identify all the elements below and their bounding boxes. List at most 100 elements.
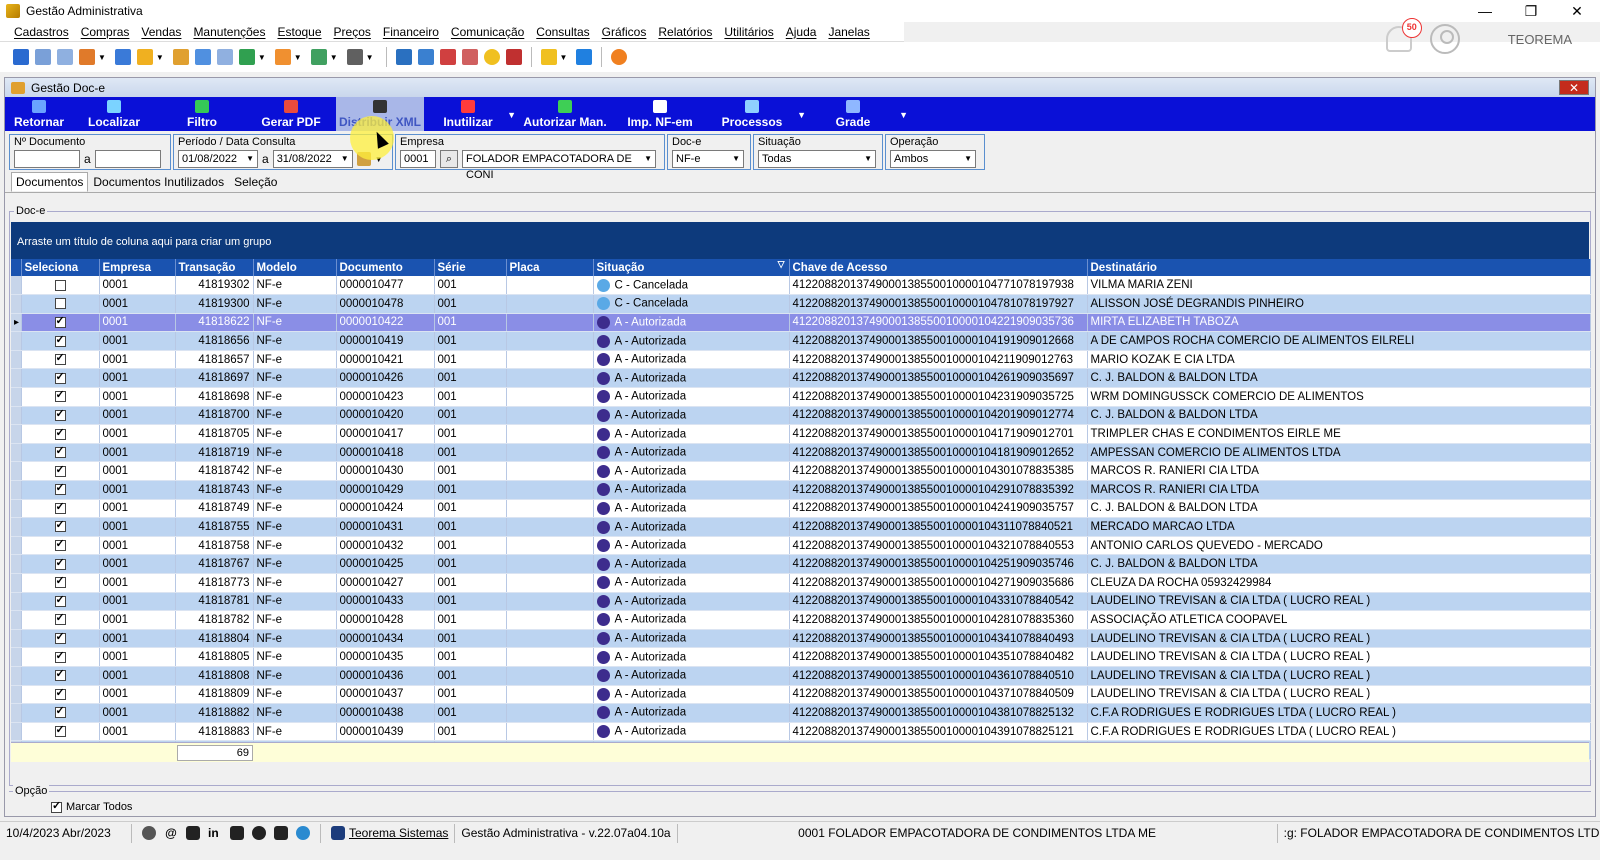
table-row[interactable]: 000141818705NF-e0000010417001 A - Autoriz… [11, 424, 1591, 444]
folder-icon[interactable] [136, 49, 153, 65]
action-retornar[interactable]: Retornar [8, 97, 70, 131]
tab-documents[interactable]: Documentos [11, 172, 89, 192]
table-row[interactable]: 000141818657NF-e0000010421001 A - Autoriz… [11, 350, 1591, 370]
chevron-down-icon[interactable]: ▼ [899, 110, 908, 120]
action-inutilizar[interactable]: Inutilizar ▼ [424, 97, 516, 131]
spreadsheet-icon[interactable] [417, 49, 434, 65]
row-select-checkbox[interactable] [54, 463, 66, 477]
brand-label[interactable]: Teorema Sistemas [349, 826, 448, 840]
facebook-icon[interactable] [274, 826, 288, 840]
child-close-button[interactable]: ✕ [1559, 80, 1589, 95]
chevron-down-icon[interactable]: ▼ [294, 53, 302, 62]
table-row[interactable]: 000141818782NF-e0000010428001 A - Autoriz… [11, 610, 1591, 630]
column-header[interactable]: Documento [336, 259, 435, 276]
star-icon[interactable] [540, 49, 557, 65]
youtube-icon[interactable] [230, 826, 244, 840]
action-localizar[interactable]: Localizar [70, 97, 158, 131]
brand-link[interactable]: Teorema Sistemas [321, 823, 456, 843]
table-row[interactable]: 000141818749NF-e0000010424001 A - Autoriz… [11, 499, 1591, 519]
row-select-checkbox[interactable] [54, 444, 66, 459]
menu-item-2[interactable]: Vendas [141, 25, 181, 39]
row-select-checkbox[interactable] [54, 611, 66, 626]
action-imp-nf-em[interactable]: Imp. NF-em [618, 97, 702, 131]
row-select-checkbox[interactable] [54, 500, 66, 514]
chevron-down-icon[interactable]: ▼ [560, 53, 568, 62]
doc-e-select[interactable]: NF-e ▼ [672, 150, 744, 168]
row-select-checkbox[interactable] [54, 537, 66, 552]
printer-icon[interactable] [346, 49, 363, 65]
row-select-checkbox[interactable] [54, 426, 66, 440]
cube-icon[interactable] [13, 49, 29, 65]
table-row[interactable]: 000141818719NF-e0000010418001 A - Autoriz… [11, 443, 1591, 463]
table-row[interactable]: 000141818767NF-e0000010425001 A - Autoriz… [11, 554, 1591, 574]
table-row[interactable]: 000141818773NF-e0000010427001 A - Autoriz… [11, 573, 1591, 593]
menu-item-7[interactable]: Comunicação [451, 25, 524, 39]
table-row[interactable]: ▸ 000141818622NF-e0000010422001 A - Autori… [11, 313, 1591, 333]
id-card-icon[interactable] [216, 49, 233, 65]
menu-item-3[interactable]: Manutenções [193, 25, 265, 39]
period-from-input[interactable]: 01/08/2022 ▼ [178, 150, 258, 168]
filter-icon[interactable]: ▽ [778, 259, 785, 270]
action-gerar-pdf[interactable]: Gerar PDF [246, 97, 336, 131]
email-icon[interactable]: @ [164, 826, 178, 840]
table-row[interactable]: 000141818883NF-e0000010439001 A - Autoriz… [11, 722, 1591, 742]
card-icon[interactable] [57, 49, 73, 65]
linkedin-icon[interactable]: in [208, 826, 222, 840]
close-window-button[interactable]: ✕ [1554, 0, 1600, 22]
row-select-checkbox[interactable] [54, 630, 66, 645]
row-select-checkbox[interactable] [54, 518, 66, 533]
money-icon[interactable] [310, 49, 327, 65]
menu-item-10[interactable]: Relatórios [658, 25, 712, 39]
column-header[interactable]: Modelo [253, 259, 337, 276]
info-icon[interactable] [576, 49, 593, 65]
table-row[interactable]: 000141818755NF-e0000010431001 A - Autoriz… [11, 517, 1591, 537]
table-row[interactable]: 000141818743NF-e0000010429001 A - Autoriz… [11, 480, 1591, 500]
twitter-icon[interactable] [252, 826, 266, 840]
table-row[interactable]: 000141818804NF-e0000010434001 A - Autoriz… [11, 629, 1591, 649]
list-icon[interactable] [79, 49, 95, 65]
column-header[interactable]: Empresa [99, 259, 176, 276]
chevron-down-icon[interactable]: ▼ [964, 151, 972, 167]
company-name-select[interactable]: FOLADOR EMPACOTADORA DE CONI ▼ [462, 150, 656, 181]
menu-item-9[interactable]: Gráficos [602, 25, 647, 39]
table-row[interactable]: 000141818805NF-e0000010435001 A - Autoriz… [11, 647, 1591, 667]
menu-item-13[interactable]: Janelas [828, 25, 869, 39]
instagram-icon[interactable] [186, 826, 200, 840]
row-select-checkbox[interactable] [54, 388, 66, 403]
column-header[interactable]: Seleciona [21, 259, 100, 276]
action-grade[interactable]: Grade ▼ [802, 97, 908, 131]
menu-item-5[interactable]: Preços [334, 25, 371, 39]
table-row[interactable]: 0001 41819302 NF-e 0000010477 001 C - Cancela… [11, 276, 1591, 296]
cart-icon[interactable] [238, 49, 255, 65]
table-row[interactable]: 000141818808NF-e0000010436001 A - Autoriz… [11, 666, 1591, 686]
table-row[interactable]: 000141818697NF-e0000010426001 A - Autoriz… [11, 368, 1591, 389]
column-header[interactable]: Placa [506, 259, 594, 276]
document-from-input[interactable] [14, 150, 80, 168]
column-header[interactable]: Situação ▽ [593, 259, 790, 276]
period-to-input[interactable]: 31/08/2022 ▼ [272, 150, 353, 168]
row-select-checkbox[interactable] [54, 556, 66, 570]
company-search-icon[interactable]: ⌕ [440, 150, 458, 168]
table-row[interactable]: 000141818758NF-e0000010432001 A - Autoriz… [11, 536, 1591, 556]
web-icon[interactable] [296, 826, 310, 840]
row-select-checkbox[interactable] [54, 481, 66, 496]
chevron-down-icon[interactable]: ▼ [864, 151, 872, 167]
row-select-checkbox[interactable] [54, 704, 66, 719]
menu-item-11[interactable]: Utilitários [724, 25, 773, 39]
chevron-down-icon[interactable]: ▼ [341, 151, 349, 167]
row-select-checkbox[interactable] [54, 279, 66, 291]
clock-icon[interactable] [483, 49, 500, 65]
chevron-down-icon[interactable]: ▼ [330, 53, 338, 62]
document-to-input[interactable] [94, 150, 161, 168]
menu-item-0[interactable]: Cadastros [14, 25, 69, 39]
table-row[interactable]: 000141818700NF-e0000010420001 A - Autoriz… [11, 406, 1591, 426]
agenda-icon[interactable] [461, 49, 478, 65]
row-select-checkbox[interactable] [54, 723, 66, 738]
building-icon[interactable] [194, 49, 211, 65]
users-icon[interactable] [172, 49, 189, 65]
row-select-checkbox[interactable] [54, 686, 66, 700]
calendar-icon[interactable] [439, 49, 456, 65]
tab-disabled-documents[interactable]: Documentos Inutilizados [88, 172, 229, 192]
table-row[interactable]: 000141818742NF-e0000010430001 A - Autoriz… [11, 461, 1591, 482]
menu-item-1[interactable]: Compras [81, 25, 130, 39]
